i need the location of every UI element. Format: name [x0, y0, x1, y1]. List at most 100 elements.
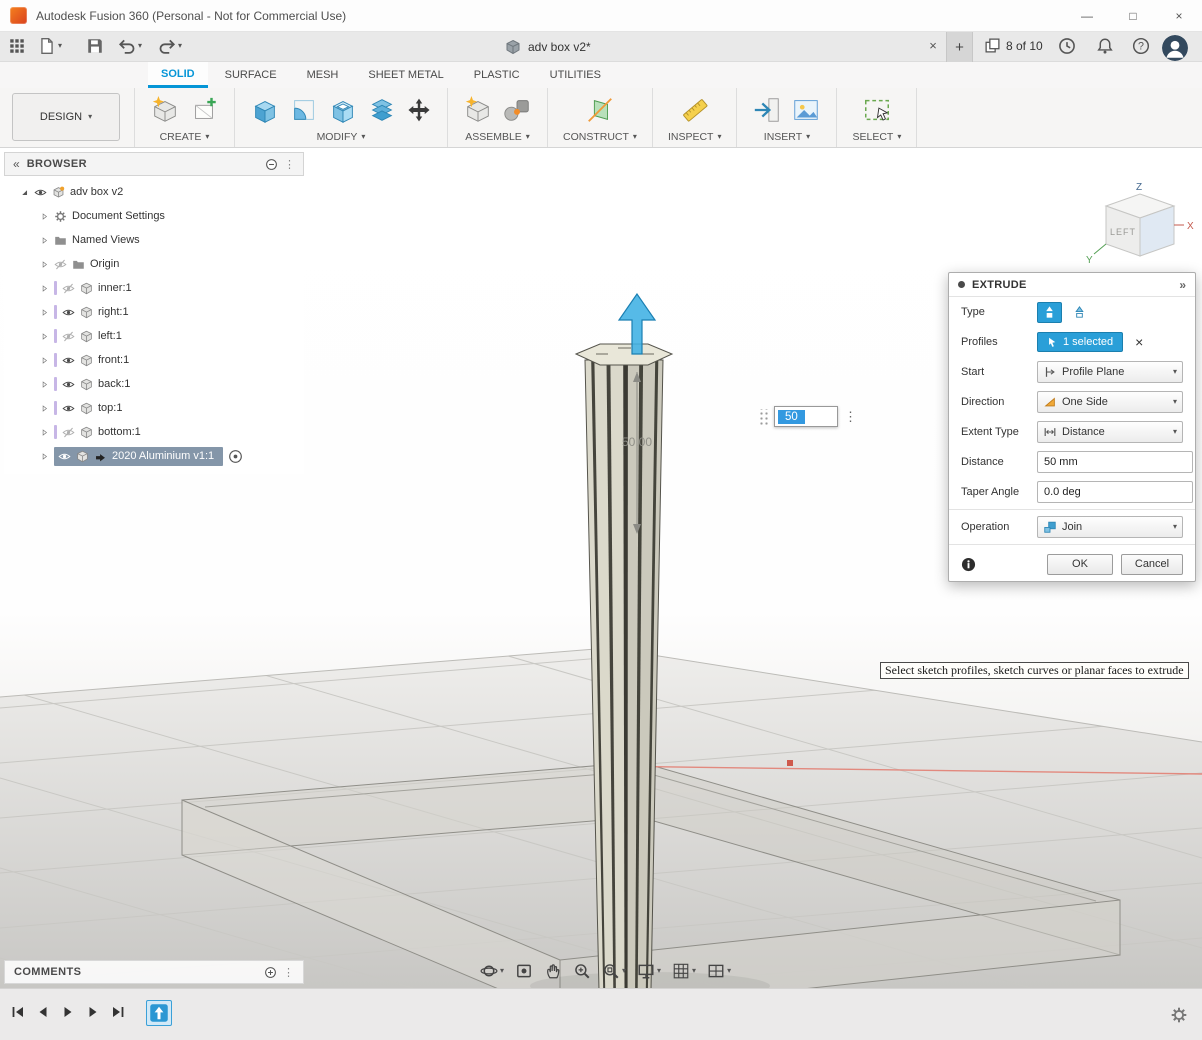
browser-item-left[interactable]: left:1 [4, 324, 304, 348]
collapsed-arrow-icon[interactable] [40, 356, 49, 365]
browser-item-bottom[interactable]: bottom:1 [4, 420, 304, 444]
viewport-canvas[interactable]: 50.00 Z LEFT X Y « BROWSER ⋮ adv b [0, 148, 1202, 988]
close-button[interactable]: × [1156, 0, 1202, 32]
zoom-button[interactable] [571, 960, 593, 982]
timeline-feature-extrude[interactable] [146, 1000, 172, 1026]
visibility-eye-icon[interactable] [62, 402, 75, 415]
construction-plane-icon[interactable] [585, 95, 615, 125]
visibility-eye-icon[interactable] [62, 306, 75, 319]
shell-icon[interactable] [328, 95, 358, 125]
start-dropdown[interactable]: Profile Plane ▾ [1037, 361, 1183, 383]
insert-svg-icon[interactable] [752, 95, 782, 125]
visibility-eye-icon[interactable] [58, 450, 71, 463]
visibility-eye-off-icon[interactable] [62, 330, 75, 343]
profiles-selected-button[interactable]: 1 selected [1037, 332, 1123, 352]
collapsed-arrow-icon[interactable] [40, 332, 49, 341]
orbit-button[interactable]: ▾ [478, 960, 506, 982]
new-document-tab-button[interactable]: + [946, 32, 973, 62]
extrude-type-thin-button[interactable] [1067, 302, 1092, 323]
collapsed-arrow-icon[interactable] [40, 236, 49, 245]
browser-item-2020-aluminium[interactable]: 2020 Aluminium v1:1 [4, 444, 304, 468]
taper-angle-input[interactable] [1037, 481, 1193, 503]
distance-input[interactable] [1037, 451, 1193, 473]
browser-item-named-views[interactable]: Named Views [4, 228, 304, 252]
collapsed-arrow-icon[interactable] [40, 380, 49, 389]
collapsed-arrow-icon[interactable] [40, 452, 49, 461]
extrude-type-solid-button[interactable] [1037, 302, 1062, 323]
notifications-button[interactable] [1096, 37, 1114, 55]
display-settings-button[interactable]: ▾ [635, 960, 663, 982]
add-comment-icon[interactable] [264, 966, 277, 979]
activate-component-radio[interactable] [228, 449, 243, 464]
step-back-button[interactable] [35, 1004, 51, 1020]
sketch-point[interactable] [787, 760, 793, 766]
assemble-dropdown[interactable]: ASSEMBLE▾ [465, 131, 530, 143]
tab-plastic[interactable]: PLASTIC [461, 62, 533, 88]
tab-solid[interactable]: SOLID [148, 62, 208, 88]
browser-item-back[interactable]: back:1 [4, 372, 304, 396]
joint-icon[interactable] [502, 95, 532, 125]
tab-sheet-metal[interactable]: SHEET METAL [355, 62, 456, 88]
documents-count-badge[interactable]: 8 of 10 [984, 37, 1043, 54]
design-workspace-dropdown[interactable]: DESIGN ▾ [12, 93, 120, 141]
dialog-collapse-button[interactable]: » [1179, 278, 1186, 292]
fit-button[interactable]: ▾ [600, 960, 628, 982]
visibility-eye-off-icon[interactable] [62, 426, 75, 439]
browser-item-document-settings[interactable]: Document Settings [4, 204, 304, 228]
go-to-end-button[interactable] [110, 1004, 126, 1020]
expanded-arrow-icon[interactable] [20, 188, 29, 197]
save-button[interactable] [86, 37, 104, 55]
file-menu-button[interactable]: ▾ [38, 37, 62, 55]
maximize-button[interactable]: □ [1110, 0, 1156, 32]
undo-button[interactable]: ▾ [118, 37, 142, 55]
info-icon[interactable] [961, 557, 976, 572]
collapsed-arrow-icon[interactable] [40, 212, 49, 221]
collapsed-arrow-icon[interactable] [40, 308, 49, 317]
browser-item-origin[interactable]: Origin [4, 252, 304, 276]
step-forward-button[interactable] [85, 1004, 101, 1020]
comments-grip-icon[interactable]: ⋮ [283, 966, 294, 979]
press-pull-icon[interactable] [250, 95, 280, 125]
help-button[interactable] [1132, 37, 1150, 55]
go-to-start-button[interactable] [10, 1004, 26, 1020]
tab-mesh[interactable]: MESH [294, 62, 352, 88]
select-dropdown[interactable]: SELECT▾ [852, 131, 901, 143]
browser-item-right[interactable]: right:1 [4, 300, 304, 324]
construct-dropdown[interactable]: CONSTRUCT▾ [563, 131, 637, 143]
modify-dropdown[interactable]: MODIFY▾ [317, 131, 366, 143]
extent-type-dropdown[interactable]: Distance ▾ [1037, 421, 1183, 443]
browser-item-top[interactable]: top:1 [4, 396, 304, 420]
tab-utilities[interactable]: UTILITIES [537, 62, 614, 88]
document-tab-close-button[interactable]: × [924, 38, 942, 53]
timeline-settings-button[interactable] [1170, 1006, 1188, 1029]
pattern-icon[interactable] [367, 95, 397, 125]
measure-icon[interactable] [680, 95, 710, 125]
redo-button[interactable]: ▾ [158, 37, 182, 55]
viewcube[interactable]: Z LEFT X Y [1078, 178, 1198, 273]
visibility-eye-off-icon[interactable] [62, 282, 75, 295]
ok-button[interactable]: OK [1047, 554, 1113, 575]
document-tab[interactable]: adv box v2* [505, 32, 591, 62]
pan-button[interactable] [542, 960, 564, 982]
insert-dropdown[interactable]: INSERT▾ [764, 131, 810, 143]
app-grid-button[interactable] [8, 37, 26, 55]
visibility-eye-icon[interactable] [62, 378, 75, 391]
dialog-grip-icon[interactable] [958, 281, 965, 288]
profiles-clear-button[interactable]: × [1135, 334, 1143, 350]
collapsed-arrow-icon[interactable] [40, 404, 49, 413]
collapsed-arrow-icon[interactable] [40, 428, 49, 437]
visibility-eye-icon[interactable] [62, 354, 75, 367]
user-avatar[interactable] [1162, 35, 1188, 61]
direction-dropdown[interactable]: One Side ▾ [1037, 391, 1183, 413]
fillet-icon[interactable] [289, 95, 319, 125]
select-box-icon[interactable] [862, 95, 892, 125]
tab-surface[interactable]: SURFACE [212, 62, 290, 88]
dimension-menu-icon[interactable]: ⋮ [844, 409, 857, 425]
browser-item-front[interactable]: front:1 [4, 348, 304, 372]
browser-collapse-button[interactable]: « [13, 157, 20, 171]
minimize-button[interactable]: — [1064, 0, 1110, 32]
move-icon[interactable] [406, 97, 432, 123]
grid-settings-button[interactable]: ▾ [670, 960, 698, 982]
play-button[interactable] [60, 1004, 76, 1020]
inspect-dropdown[interactable]: INSPECT▾ [668, 131, 722, 143]
